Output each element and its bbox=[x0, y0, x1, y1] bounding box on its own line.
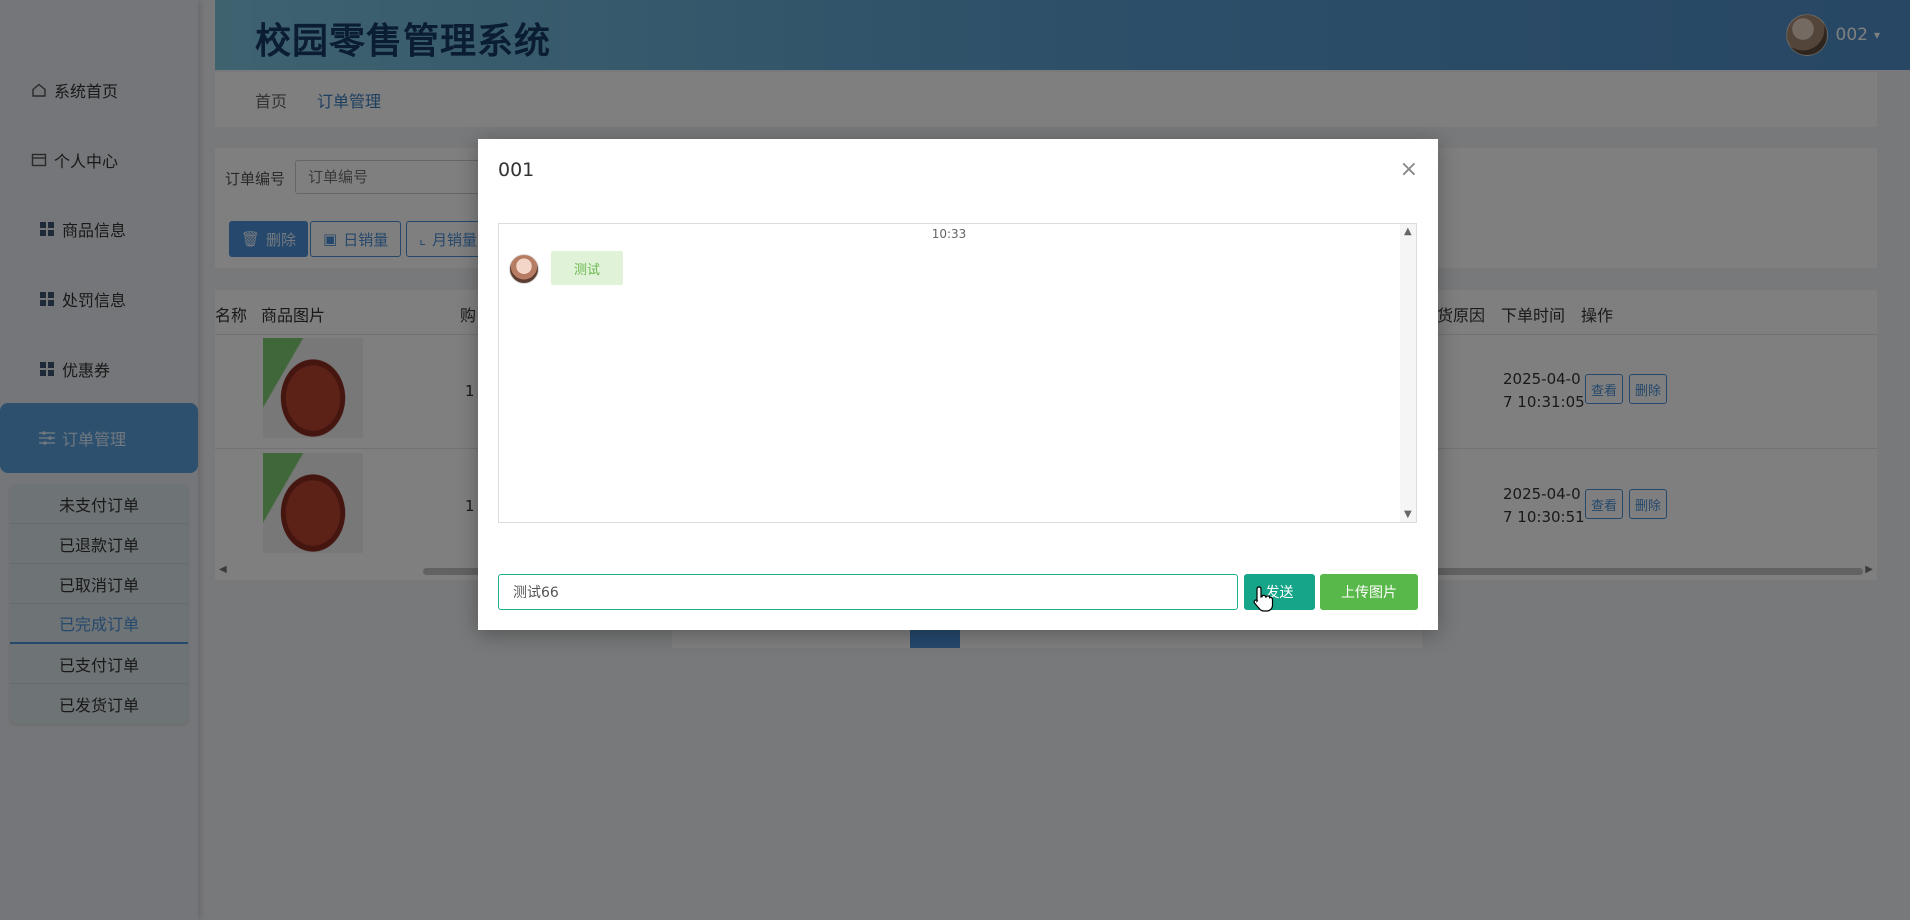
chat-modal: 001 × 10:33 测试 ▲ ▼ 发送 上传图片 bbox=[478, 139, 1438, 630]
message-input[interactable] bbox=[498, 574, 1238, 610]
close-icon[interactable]: × bbox=[1400, 157, 1418, 182]
chat-timestamp: 10:33 bbox=[931, 227, 967, 241]
message-avatar bbox=[509, 254, 539, 284]
modal-title: 001 bbox=[498, 159, 535, 181]
chat-history[interactable]: 10:33 测试 ▲ ▼ bbox=[498, 223, 1417, 523]
vertical-scrollbar[interactable]: ▲ ▼ bbox=[1400, 224, 1416, 522]
scroll-down-icon[interactable]: ▼ bbox=[1404, 509, 1412, 520]
chat-message: 测试 bbox=[551, 251, 623, 285]
scroll-up-icon[interactable]: ▲ bbox=[1404, 226, 1412, 237]
hand-cursor-icon bbox=[1253, 586, 1274, 612]
upload-image-button[interactable]: 上传图片 bbox=[1320, 574, 1418, 610]
